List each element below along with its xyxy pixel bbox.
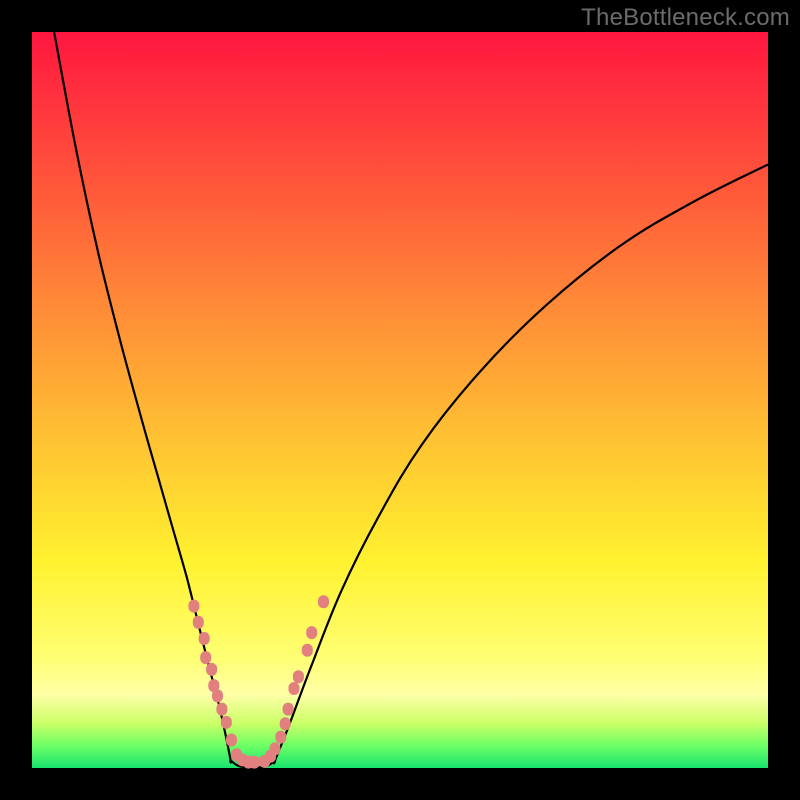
highlight-dot [289,683,299,695]
highlight-dot [249,756,259,768]
chart-svg [32,32,768,768]
highlight-dot [280,718,290,730]
highlight-dot [270,743,280,755]
highlight-dot [193,616,203,628]
highlight-dot [302,644,312,656]
highlight-dot [207,663,217,675]
bottleneck-curve [54,32,768,768]
highlight-dot [199,633,209,645]
highlight-dot [227,734,237,746]
highlight-dot [217,703,227,715]
highlight-dot [213,690,223,702]
highlight-dot [293,671,303,683]
watermark-text: TheBottleneck.com [581,4,790,32]
highlight-dots-group [189,596,329,768]
highlight-dot [319,596,329,608]
chart-plot-area [32,32,768,768]
highlight-dot [307,627,317,639]
highlight-dot [189,600,199,612]
highlight-dot [201,652,211,664]
highlight-dot [283,703,293,715]
highlight-dot [221,716,231,728]
highlight-dot [276,731,286,743]
chart-frame: TheBottleneck.com [0,0,800,800]
